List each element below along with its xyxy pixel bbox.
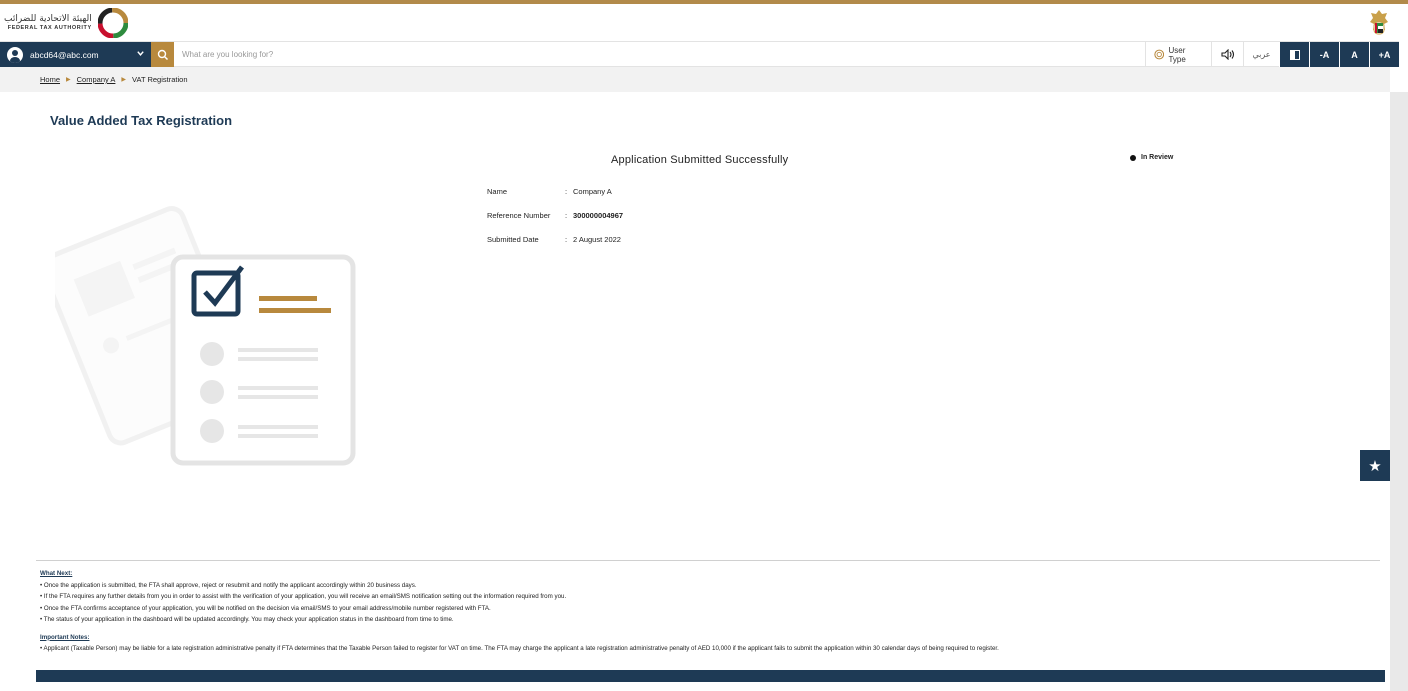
- favourite-button[interactable]: ★: [1360, 450, 1390, 481]
- search-button[interactable]: [151, 42, 174, 67]
- submitted-date-value: 2 August 2022: [573, 235, 621, 244]
- accessibility-toolbar: User Type عربي -A A +A: [1145, 42, 1399, 67]
- text-to-speech-button[interactable]: [1211, 42, 1243, 67]
- success-heading: Application Submitted Successfully: [611, 154, 789, 166]
- language-toggle[interactable]: عربي: [1243, 42, 1279, 67]
- status-dot-icon: [1130, 154, 1136, 161]
- user-email: abcd64@abc.com: [30, 49, 99, 60]
- status-badge: In Review: [1130, 154, 1173, 161]
- star-icon: ★: [1368, 457, 1382, 475]
- logo-english-text: FEDERAL TAX AUTHORITY: [7, 24, 92, 31]
- page-title: Value Added Tax Registration: [50, 113, 233, 128]
- breadcrumb-separator-icon: ▶: [66, 77, 71, 83]
- name-value: Company A: [573, 187, 612, 196]
- contrast-toggle-button[interactable]: [1279, 42, 1309, 67]
- user-type-label: User Type: [1168, 45, 1186, 64]
- font-increase-button[interactable]: +A: [1369, 42, 1399, 67]
- uae-emblem-icon: [1370, 10, 1388, 35]
- search-input[interactable]: [182, 46, 682, 63]
- detail-row-reference: Reference Number : 300000004967: [487, 211, 623, 235]
- speaker-icon: [1220, 49, 1234, 60]
- header: الهيئة الاتحادية للضرائب FEDERAL TAX AUT…: [0, 4, 1408, 41]
- divider: [36, 560, 1380, 561]
- what-next-heading: What Next:: [40, 570, 73, 577]
- top-navbar: abcd64@abc.com User Type عربي: [0, 41, 1399, 67]
- separator: :: [565, 187, 568, 196]
- important-notes-heading: Important Notes:: [40, 633, 90, 641]
- fta-logo[interactable]: الهيئة الاتحادية للضرائب FEDERAL TAX AUT…: [4, 8, 128, 38]
- user-type-button[interactable]: User Type: [1145, 42, 1211, 67]
- name-label: Name: [487, 187, 508, 196]
- what-next-item: • The status of your application in the …: [40, 616, 454, 623]
- reference-value: 300000004967: [573, 211, 624, 220]
- application-details: Name : Company A Reference Number : 3000…: [487, 187, 623, 259]
- breadcrumb: Home ▶ Company A ▶ VAT Registration: [0, 67, 1390, 92]
- document-checklist-illustration: [55, 206, 356, 466]
- notes-section: What Next: • Once the application is sub…: [40, 568, 1380, 655]
- font-reset-button[interactable]: A: [1339, 42, 1369, 67]
- fta-logo-icon: [97, 8, 128, 38]
- logo-arabic-text: الهيئة الاتحادية للضرائب: [4, 13, 92, 24]
- reference-label: Reference Number: [487, 211, 551, 220]
- detail-row-name: Name : Company A: [487, 187, 623, 211]
- chevron-down-icon: [137, 51, 144, 56]
- user-type-icon: [1154, 49, 1165, 60]
- contrast-icon: [1289, 49, 1300, 60]
- font-decrease-button[interactable]: -A: [1309, 42, 1339, 67]
- breadcrumb-company-link[interactable]: Company A: [77, 75, 116, 84]
- page-scrollbar[interactable]: [1390, 92, 1408, 691]
- submitted-date-label: Submitted Date: [487, 235, 539, 244]
- what-next-item: • If the FTA requires any further detail…: [40, 593, 567, 600]
- breadcrumb-home-link[interactable]: Home: [40, 75, 60, 84]
- breadcrumb-separator-icon: ▶: [121, 77, 127, 83]
- user-avatar-icon: [7, 46, 23, 63]
- breadcrumb-current: VAT Registration: [132, 75, 188, 84]
- footer-bar: [36, 670, 1385, 682]
- search-icon: [157, 49, 168, 60]
- separator: :: [565, 235, 568, 244]
- important-note-item: • Applicant (Taxable Person) may be liab…: [40, 645, 999, 652]
- what-next-item: • Once the application is submitted, the…: [40, 581, 417, 589]
- separator: :: [565, 211, 568, 220]
- what-next-item: • Once the FTA confirms acceptance of yo…: [40, 604, 491, 612]
- user-account-dropdown[interactable]: abcd64@abc.com: [0, 42, 151, 67]
- detail-row-date: Submitted Date : 2 August 2022: [487, 235, 623, 259]
- status-label: In Review: [1141, 154, 1174, 161]
